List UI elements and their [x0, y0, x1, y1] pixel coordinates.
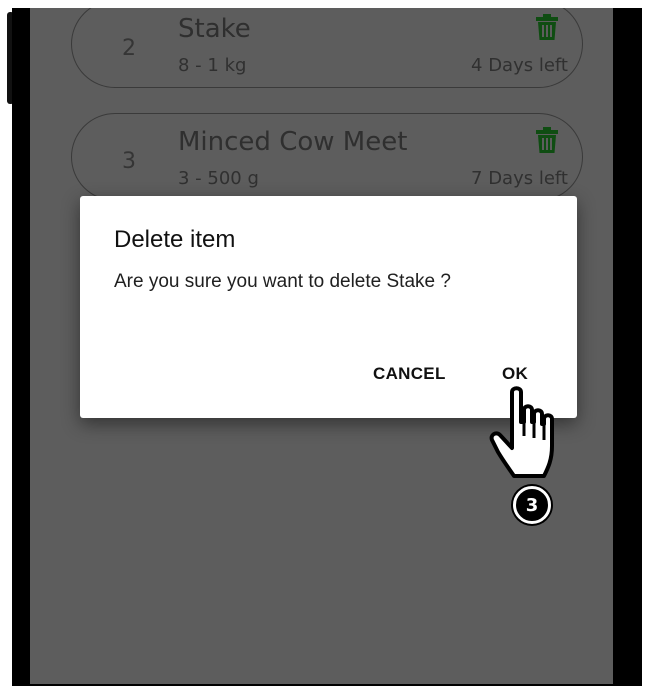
list-item[interactable]: 3 Minced Cow Meet 3 - 500 g 7 Days left [71, 113, 583, 201]
item-number: 3 [122, 149, 136, 174]
item-quantity: 8 - 1 kg [178, 55, 247, 76]
ok-button[interactable]: OK [502, 364, 528, 384]
trash-icon[interactable] [536, 127, 558, 153]
item-name: Stake [178, 14, 251, 44]
list-item[interactable]: 2 Stake 8 - 1 kg 4 Days left [71, 8, 583, 88]
item-days-left: 7 Days left [471, 168, 568, 189]
pointing-hand-icon [489, 386, 554, 478]
item-number: 2 [122, 36, 136, 61]
trash-icon[interactable] [536, 14, 558, 40]
item-days-left: 4 Days left [471, 55, 568, 76]
dialog-message: Are you sure you want to delete Stake ? [114, 271, 451, 292]
dialog-title: Delete item [114, 226, 236, 253]
item-name: Minced Cow Meet [178, 127, 408, 157]
step-number-badge: 3 [513, 486, 551, 524]
cancel-button[interactable]: CANCEL [373, 364, 446, 384]
delete-confirm-dialog: Delete item Are you sure you want to del… [80, 196, 577, 418]
item-quantity: 3 - 500 g [178, 168, 259, 189]
